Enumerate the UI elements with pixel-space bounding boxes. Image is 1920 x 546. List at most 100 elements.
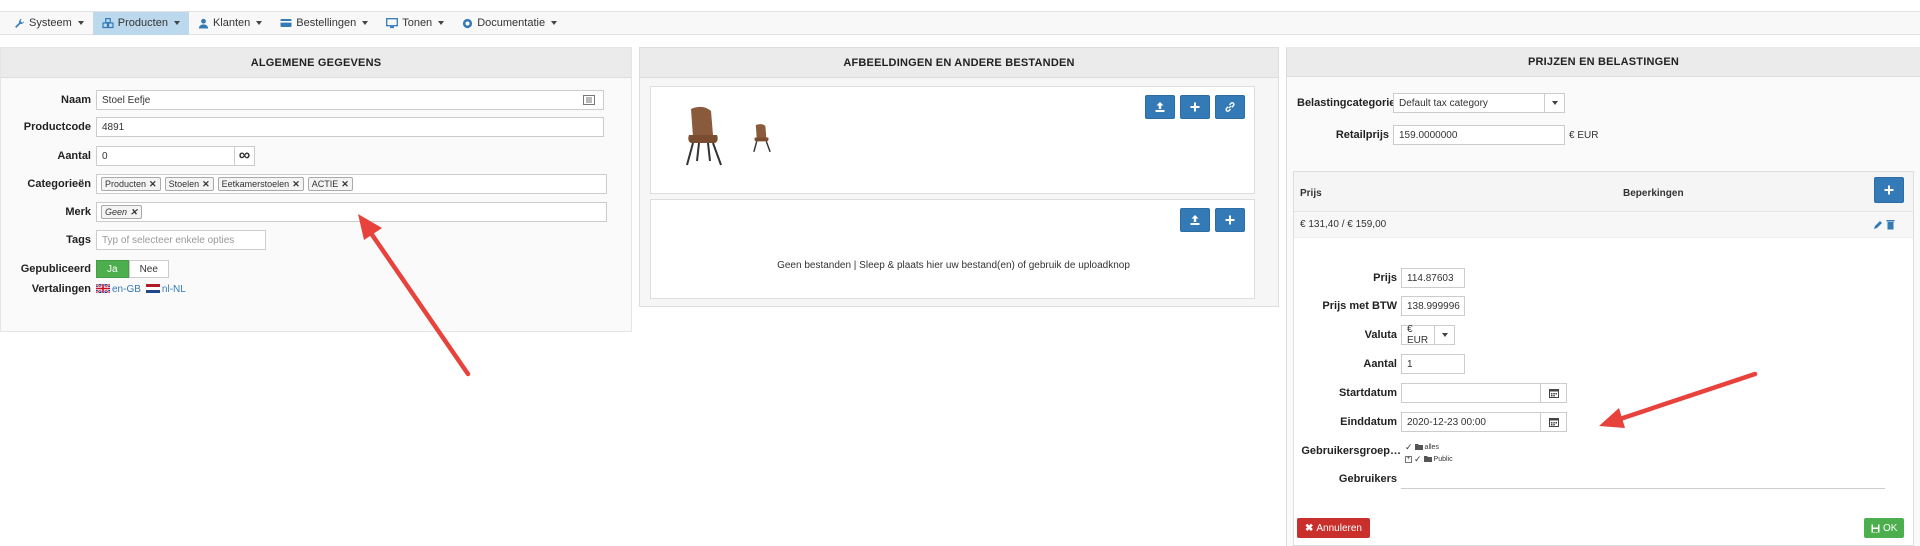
tax-dropdown-toggle[interactable] [1545, 93, 1565, 113]
upload-file-button[interactable] [1180, 208, 1210, 232]
nav-tonen[interactable]: Tonen [377, 12, 453, 35]
chair-image[interactable] [681, 105, 727, 167]
field-label: Gebruikers [1338, 473, 1397, 485]
start-date-picker[interactable] [1541, 383, 1567, 403]
nav-label: Tonen [402, 17, 433, 29]
add-price-button[interactable] [1874, 177, 1904, 203]
user-groups-tree: ✓ alles + ✓ Public [1405, 441, 1453, 465]
name-row: Naam Stoel Eefje [1, 90, 604, 110]
upload-icon [1155, 102, 1165, 112]
currency-dropdown-toggle[interactable] [1435, 325, 1455, 345]
nav-label: Systeem [29, 17, 72, 29]
translation-nl-link[interactable]: nl-NL [145, 284, 186, 295]
field-label: Retailprijs [1335, 129, 1389, 141]
start-date-input[interactable] [1401, 383, 1541, 403]
tag-label: Producten [105, 179, 147, 189]
cancel-button[interactable]: ✖ Annuleren [1297, 518, 1370, 538]
price-row[interactable]: € 131,40 / € 159,00 [1294, 212, 1913, 238]
cubes-icon [102, 17, 114, 28]
field-label: Belastingcategorie [1297, 97, 1396, 109]
nav-bestellingen[interactable]: Bestellingen [271, 12, 377, 35]
chair-thumbnail-image[interactable] [751, 123, 773, 153]
save-icon [1871, 524, 1880, 532]
remove-icon[interactable]: ✕ [202, 179, 210, 190]
form-price-vat-row: Prijs met BTW 138.999996 [1294, 296, 1465, 316]
remove-icon[interactable]: ✕ [130, 207, 138, 218]
ok-button[interactable]: OK [1864, 518, 1905, 538]
published-no-button[interactable]: Nee [128, 260, 169, 278]
price-input[interactable]: 114.87603 [1401, 268, 1465, 288]
folder-icon [1423, 456, 1432, 462]
translation-en-link[interactable]: en-GB [96, 284, 141, 295]
retail-value: 159.0000000 [1399, 129, 1458, 141]
quantity-input[interactable]: 0 [96, 146, 235, 166]
remove-icon[interactable]: ✕ [292, 179, 300, 190]
chevron-down-icon [77, 21, 84, 25]
infinity-icon: ∞ [238, 147, 251, 164]
field-label: Prijs met BTW [1322, 300, 1397, 312]
field-label: Prijs [1373, 272, 1397, 284]
field-label: Einddatum [1340, 416, 1397, 428]
infinite-toggle[interactable]: ∞ [235, 146, 255, 166]
price-list-header: Prijs Beperkingen [1294, 172, 1913, 212]
link-image-button[interactable] [1215, 95, 1245, 119]
add-image-button[interactable] [1180, 95, 1210, 119]
name-input[interactable]: Stoel Eefje [96, 90, 604, 110]
chevron-down-icon [1441, 333, 1448, 337]
tax-row: Belastingcategorie Default tax category [1297, 93, 1565, 113]
field-label: Aantal [57, 150, 91, 162]
chevron-down-icon [362, 21, 369, 25]
productcode-input[interactable]: 4891 [96, 117, 604, 137]
top-strip [0, 0, 1920, 12]
brand-input[interactable]: Geen ✕ [96, 202, 607, 222]
ok-label: OK [1883, 522, 1898, 534]
images-dropzone[interactable] [650, 86, 1255, 194]
expand-icon[interactable]: + [1405, 455, 1412, 463]
retail-price-input[interactable]: 159.0000000 [1393, 125, 1565, 145]
price-list-box: Prijs Beperkingen € 131,40 / € 159,00 Pr… [1293, 171, 1914, 546]
categories-input[interactable]: Producten ✕ Stoelen ✕ Eetkamerstoelen ✕ ACT… [96, 174, 607, 194]
trash-icon[interactable] [1886, 219, 1895, 230]
published-toggle: Ja Nee [96, 260, 169, 278]
files-dropzone[interactable]: Geen bestanden | Sleep & plaats hier uw … [650, 199, 1255, 299]
add-file-button[interactable] [1215, 208, 1245, 232]
field-label: Merk [65, 206, 91, 218]
currency-select[interactable]: € EUR [1401, 324, 1435, 346]
check-icon: ✓ [1414, 453, 1422, 464]
nav-systeem[interactable]: Systeem [0, 12, 93, 35]
field-label: Productcode [23, 121, 91, 133]
nl-flag-icon [145, 284, 160, 294]
form-qty-row: Aantal 1 [1294, 354, 1465, 374]
nav-label: Producten [117, 17, 168, 29]
chevron-down-icon [256, 21, 263, 25]
upload-image-button[interactable] [1145, 95, 1175, 119]
close-icon: ✖ [1305, 522, 1314, 534]
edit-icon[interactable] [1873, 220, 1883, 230]
remove-icon[interactable]: ✕ [149, 179, 157, 190]
currency-value: € EUR [1407, 324, 1429, 346]
form-quantity-input[interactable]: 1 [1401, 354, 1465, 374]
price-vat-input[interactable]: 138.999996 [1401, 296, 1465, 316]
group-item-public[interactable]: + ✓ Public [1405, 453, 1453, 465]
panel-title: ALGEMENE GEGEVENS [1, 48, 631, 78]
plus-icon [1225, 215, 1235, 225]
users-input[interactable] [1401, 469, 1885, 489]
brand-row: Merk Geen ✕ [1, 202, 607, 222]
tags-input[interactable]: Typ of selecteer enkele opties [96, 230, 266, 250]
code-value: 4891 [102, 121, 125, 133]
nav-documentatie[interactable]: Documentatie [453, 12, 566, 35]
nav-producten[interactable]: Producten [92, 11, 189, 35]
groups-label-wrap: Gebruikersgroep… [1294, 445, 1401, 457]
end-date-picker[interactable] [1541, 412, 1567, 432]
tax-category-select[interactable]: Default tax category [1393, 93, 1545, 113]
group-item-alles[interactable]: ✓ alles [1405, 441, 1453, 453]
nav-klanten[interactable]: Klanten [189, 12, 271, 35]
form-users-row: Gebruikers [1294, 469, 1885, 489]
check-icon: ✓ [1405, 441, 1413, 452]
published-yes-button[interactable]: Ja [96, 260, 129, 278]
end-date-input[interactable]: 2020-12-23 00:00 [1401, 412, 1541, 432]
category-tag: Producten ✕ [101, 177, 161, 191]
text-format-icon[interactable] [583, 95, 595, 105]
remove-icon[interactable]: ✕ [341, 179, 349, 190]
nav-label: Documentatie [477, 17, 546, 29]
